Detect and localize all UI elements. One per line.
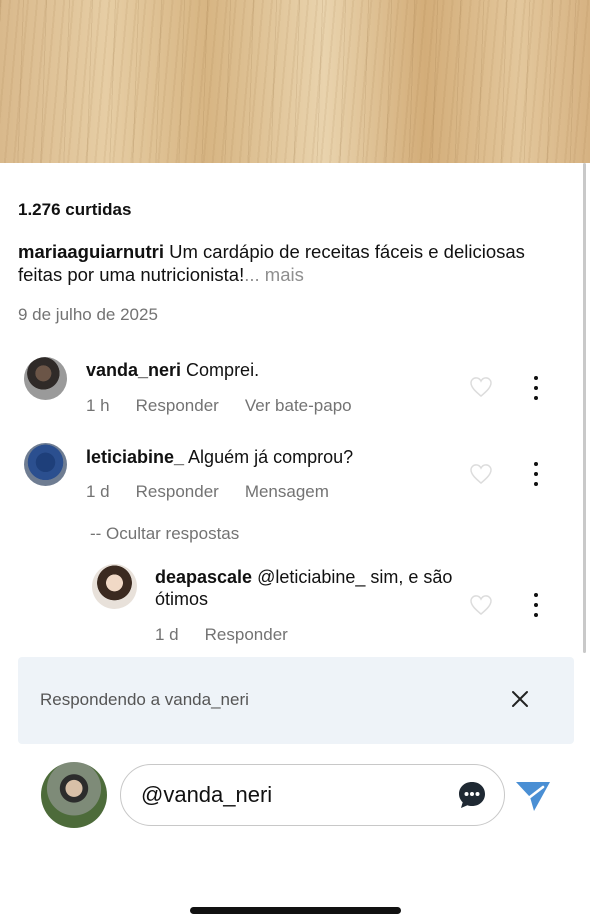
scrollbar[interactable]: [583, 163, 586, 653]
reply-text: deapascale @leticiabine_ sim, e são ótim…: [155, 567, 453, 609]
comment-text: vanda_neri Comprei.: [86, 360, 260, 380]
comment-text: leticiabine_ Alguém já comprou?: [86, 447, 354, 467]
reply-button[interactable]: Responder: [136, 396, 219, 415]
post-caption: mariaaguiarnutri Um cardápio de receitas…: [18, 240, 558, 286]
comment-meta: 1 d Responder Mensagem: [86, 482, 355, 502]
comment-username[interactable]: vanda_neri: [86, 360, 181, 380]
close-icon[interactable]: [510, 689, 530, 709]
caption-username[interactable]: mariaaguiarnutri: [18, 241, 164, 262]
replying-to-bar: Respondendo a vanda_neri: [18, 657, 574, 744]
comment-meta: 1 h Responder Ver bate-papo: [86, 396, 378, 416]
chat-bubble-icon[interactable]: [457, 780, 487, 810]
comment-time: 1 h: [86, 396, 110, 415]
post-image[interactable]: [0, 0, 590, 163]
avatar[interactable]: [92, 564, 137, 609]
send-icon[interactable]: [513, 778, 553, 814]
view-chat-link[interactable]: Ver bate-papo: [245, 396, 352, 415]
reply-button[interactable]: Responder: [205, 625, 288, 644]
hide-replies-button[interactable]: -- Ocultar respostas: [90, 524, 239, 544]
reply-username[interactable]: deapascale: [155, 567, 252, 587]
likes-count[interactable]: 1.276 curtidas: [18, 200, 131, 220]
comment-input[interactable]: [141, 778, 451, 812]
heart-icon[interactable]: [470, 595, 492, 615]
comment-time: 1 d: [86, 482, 110, 501]
avatar[interactable]: [24, 357, 67, 400]
home-indicator: [190, 907, 401, 914]
more-options-icon[interactable]: [531, 462, 541, 486]
more-options-icon[interactable]: [531, 593, 541, 617]
avatar[interactable]: [24, 443, 67, 486]
post-date: 9 de julho de 2025: [18, 305, 158, 324]
reply-time: 1 d: [155, 625, 179, 644]
replying-to-label: Respondendo a vanda_neri: [40, 690, 249, 709]
reply-button[interactable]: Responder: [136, 482, 219, 501]
heart-icon[interactable]: [470, 377, 492, 397]
user-avatar[interactable]: [41, 762, 107, 828]
comment-username[interactable]: leticiabine_: [86, 447, 184, 467]
heart-icon[interactable]: [470, 464, 492, 484]
comment-input-container[interactable]: [120, 764, 505, 826]
caption-more-link[interactable]: ... mais: [244, 264, 304, 285]
message-link[interactable]: Mensagem: [245, 482, 329, 501]
more-options-icon[interactable]: [531, 376, 541, 400]
reply-meta: 1 d Responder: [155, 625, 314, 645]
